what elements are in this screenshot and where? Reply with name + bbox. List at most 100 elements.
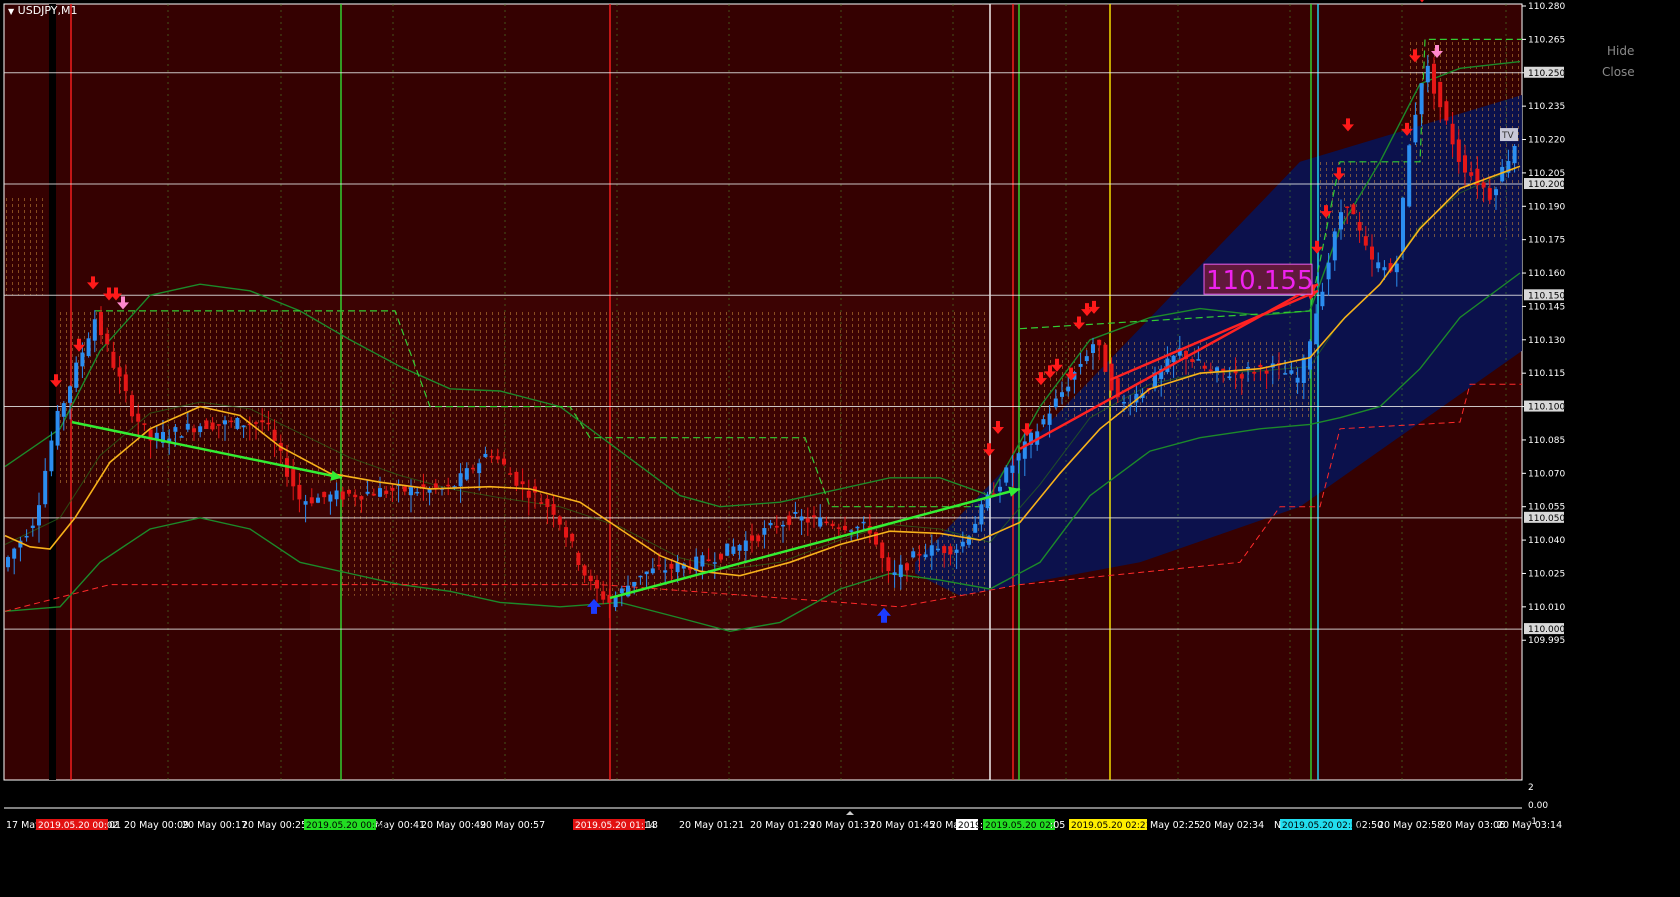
chart-canvas[interactable]: 110.155 TV 110.280 110.265 110.250 110.235 110… xyxy=(0,0,1680,897)
candle-body xyxy=(216,424,221,426)
candle-body xyxy=(1066,386,1071,392)
candle-body xyxy=(241,425,246,428)
candle-body xyxy=(1091,344,1095,353)
candle-body xyxy=(595,580,599,589)
candle-body xyxy=(1413,114,1418,143)
candle-body xyxy=(700,555,705,567)
time-label: 20 May 00:25 xyxy=(242,820,307,831)
candle-body xyxy=(657,564,661,567)
candle-body xyxy=(712,562,717,564)
price-callout: 110.155 xyxy=(1206,266,1314,296)
candle-body xyxy=(1401,197,1405,252)
candle-body xyxy=(111,351,116,368)
candle-body xyxy=(235,417,240,429)
candle-body xyxy=(55,410,60,446)
candle-body xyxy=(737,545,742,551)
candle-body xyxy=(818,517,823,527)
candle-body xyxy=(551,504,556,515)
price-tick-label: 110.235 xyxy=(1528,102,1565,112)
candle-body xyxy=(1103,344,1108,372)
candle-body xyxy=(743,540,748,551)
time-label: 20 May 01:45 xyxy=(870,820,935,831)
candle-body xyxy=(1289,370,1294,374)
candle-body xyxy=(756,535,761,542)
candle-body xyxy=(1425,65,1430,83)
candle-body xyxy=(204,420,209,429)
triangle-down-icon[interactable]: ▼ xyxy=(8,7,14,16)
candle-body xyxy=(917,553,922,556)
candle-body xyxy=(49,440,54,472)
candle-body xyxy=(347,489,351,494)
candle-body xyxy=(1215,367,1219,372)
candle-body xyxy=(340,491,345,500)
candle-body xyxy=(471,467,475,470)
candle-body xyxy=(942,546,947,554)
candle-body xyxy=(1332,231,1337,261)
candle-body xyxy=(1444,101,1449,121)
candle-body xyxy=(415,491,420,494)
candle-body xyxy=(836,527,841,529)
close-button[interactable]: Close xyxy=(1602,65,1635,79)
price-tick-label: 110.010 xyxy=(1528,603,1565,613)
time-flag-label: 2019.05.20 00:38 xyxy=(306,821,387,831)
candle-body xyxy=(526,490,531,498)
candle-body xyxy=(74,362,79,388)
price-tick-label: 110.265 xyxy=(1528,35,1565,45)
price-tick-label: 110.130 xyxy=(1528,336,1565,346)
candle-body xyxy=(898,564,903,578)
candle-body xyxy=(99,312,103,336)
time-label: 20 May 02:34 xyxy=(1199,820,1264,831)
candle-body xyxy=(1314,313,1319,345)
price-tick-label: 110.115 xyxy=(1528,369,1565,379)
candle-body xyxy=(508,473,513,475)
candle-body xyxy=(787,515,792,525)
symbol-title[interactable]: ▼ USDJPY,M1 xyxy=(8,4,78,17)
candle-body xyxy=(768,522,773,526)
candle-body xyxy=(1264,370,1269,374)
price-tick-label: 110.220 xyxy=(1528,136,1565,146)
candle-body xyxy=(1432,63,1436,94)
candle-body xyxy=(1252,371,1257,374)
candle-body xyxy=(464,468,469,480)
candle-body xyxy=(192,428,196,433)
candle-body xyxy=(185,423,190,430)
candle-body xyxy=(1469,172,1474,176)
candle-body xyxy=(1339,212,1343,230)
candle-body xyxy=(576,552,581,566)
time-label: May 02:25 xyxy=(1150,820,1200,831)
price-tick-label: 110.205 xyxy=(1528,169,1565,179)
candle-body xyxy=(1487,188,1492,200)
time-flag-label: 2019.05.20 00:02 xyxy=(38,821,118,831)
price-tick-label: 110.085 xyxy=(1528,436,1565,446)
candle-body xyxy=(936,548,940,551)
candle-body xyxy=(266,422,271,425)
candle-body xyxy=(1016,453,1021,461)
candle-body xyxy=(1047,413,1052,425)
candle-body xyxy=(830,523,835,527)
candle-body xyxy=(1345,206,1350,209)
candle-body xyxy=(855,526,860,529)
candle-body xyxy=(105,333,110,345)
candle-body xyxy=(1084,356,1089,362)
candle-body xyxy=(371,493,376,496)
candle-body xyxy=(1382,267,1387,271)
candle-body xyxy=(198,426,203,433)
candle-body xyxy=(1053,398,1058,408)
candle-body xyxy=(495,456,500,460)
candle-body xyxy=(1357,221,1362,231)
candle-body xyxy=(446,484,451,487)
candle-body xyxy=(911,551,916,558)
candle-body xyxy=(353,494,358,498)
candle-body xyxy=(61,403,66,417)
candle-body xyxy=(210,422,215,430)
candle-body xyxy=(849,530,854,532)
candle-body xyxy=(1394,263,1399,273)
candle-body xyxy=(1320,291,1325,307)
candle-body xyxy=(669,563,674,569)
hide-button[interactable]: Hide xyxy=(1607,44,1634,58)
black-session-bar xyxy=(49,4,56,780)
price-tick-label: 110.190 xyxy=(1528,202,1565,212)
time-fragment: 13 xyxy=(646,820,658,831)
candle-body xyxy=(762,528,767,535)
time-fragment: 01 xyxy=(109,820,121,831)
